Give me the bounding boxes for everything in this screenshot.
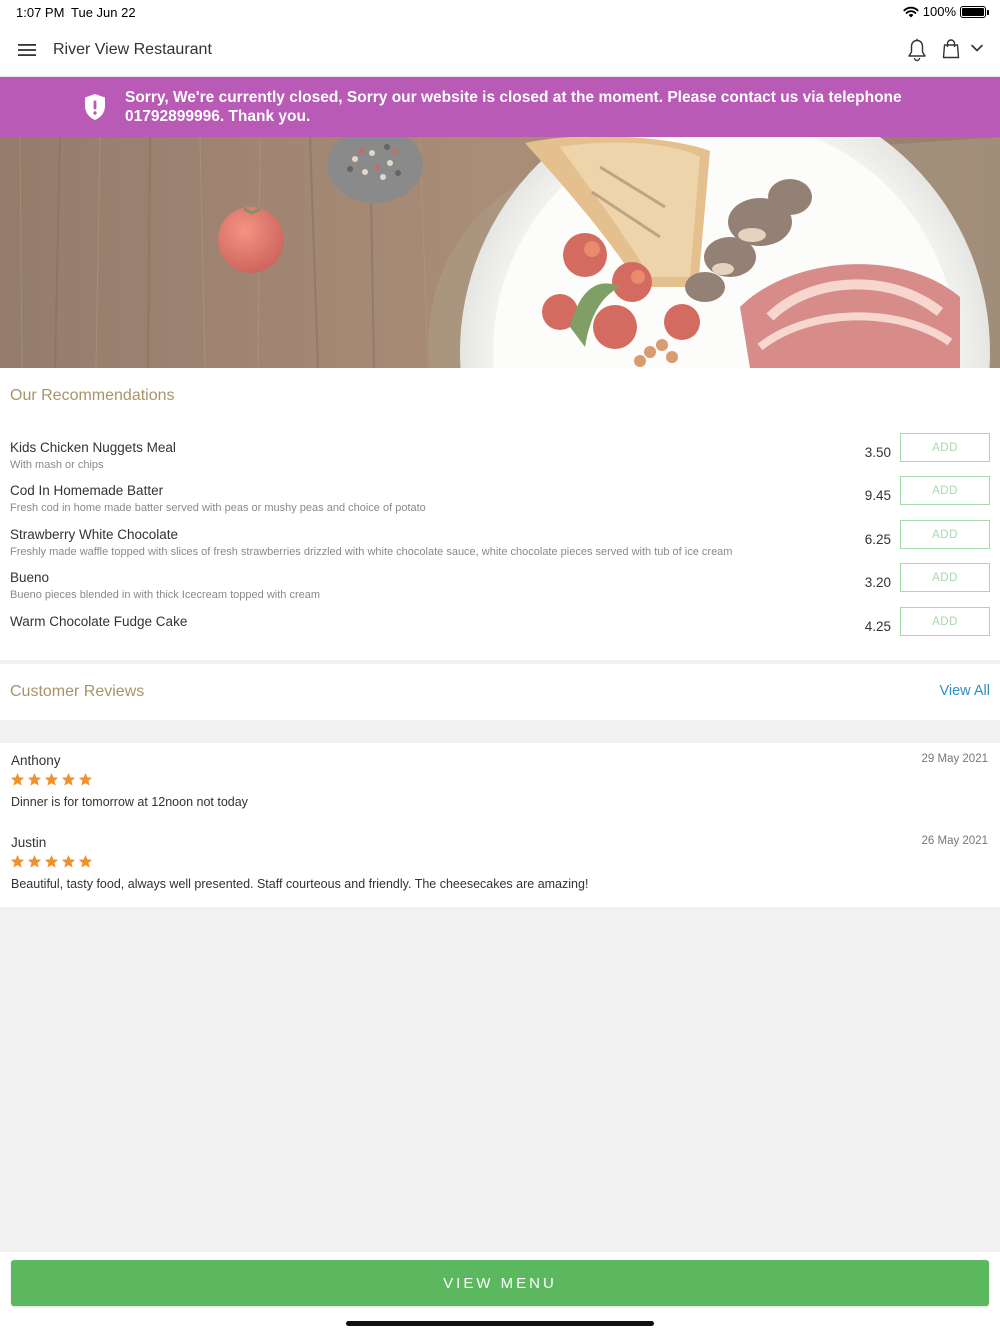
wifi-icon	[903, 6, 919, 17]
reviews-header: Customer Reviews View All	[0, 664, 1000, 720]
item-price: 9.45	[864, 488, 891, 503]
shopping-bag-icon[interactable]	[942, 39, 960, 59]
menu-item: Warm Chocolate Fudge Cake 4.25 ADD	[0, 607, 1000, 657]
menu-item: Cod In Homemade Batter Fresh cod in home…	[0, 476, 1000, 526]
item-description: With mash or chips	[10, 459, 104, 471]
battery-percent: 100%	[922, 4, 956, 19]
recommendations-title: Our Recommendations	[10, 387, 175, 404]
star-icon	[10, 854, 25, 868]
menu-item: Bueno Bueno pieces blended in with thick…	[0, 563, 1000, 613]
reviews-list: Anthony 29 May 2021 Dinner is for tomorr…	[0, 743, 1000, 907]
app-header: River View Restaurant	[0, 24, 1000, 77]
add-button[interactable]: ADD	[900, 476, 990, 505]
star-icon	[44, 854, 59, 868]
star-icon	[27, 854, 42, 868]
item-description: Freshly made waffle topped with slices o…	[10, 546, 733, 558]
closed-message: Sorry, We're currently closed, Sorry our…	[125, 89, 902, 125]
review-date: 29 May 2021	[921, 753, 989, 765]
hamburger-icon[interactable]	[18, 41, 36, 59]
closed-notice-banner: Sorry, We're currently closed, Sorry our…	[0, 77, 1000, 137]
chevron-down-icon[interactable]	[970, 43, 984, 53]
item-name: Strawberry White Chocolate	[10, 527, 179, 542]
bottom-bar: VIEW MENU	[0, 1252, 1000, 1334]
star-icon	[78, 772, 93, 786]
item-description: Fresh cod in home made batter served wit…	[10, 502, 426, 514]
review-author: Justin	[11, 835, 47, 850]
add-button[interactable]: ADD	[900, 563, 990, 592]
reviews-title: Customer Reviews	[10, 683, 145, 700]
hero-image	[0, 137, 1000, 368]
menu-item: Strawberry White Chocolate Freshly made …	[0, 520, 1000, 570]
status-time: 1:07 PM	[16, 5, 65, 20]
item-price: 3.20	[864, 575, 891, 590]
item-name: Kids Chicken Nuggets Meal	[10, 440, 176, 455]
review-text: Beautiful, tasty food, always well prese…	[11, 877, 589, 891]
bell-icon[interactable]	[906, 38, 928, 62]
star-rating	[10, 772, 93, 787]
page-title: River View Restaurant	[53, 41, 212, 58]
star-icon	[61, 772, 76, 786]
status-date: Tue Jun 22	[71, 5, 136, 20]
add-button[interactable]: ADD	[900, 607, 990, 636]
status-right: 100%	[903, 4, 989, 19]
item-name: Bueno	[10, 570, 50, 585]
star-icon	[61, 854, 76, 868]
battery-icon	[960, 5, 989, 18]
add-button[interactable]: ADD	[900, 433, 990, 462]
item-price: 6.25	[864, 532, 891, 547]
star-icon	[78, 854, 93, 868]
add-button[interactable]: ADD	[900, 520, 990, 549]
review-item: Justin 26 May 2021 Beautiful, tasty food…	[0, 825, 1000, 900]
item-name: Warm Chocolate Fudge Cake	[10, 614, 188, 629]
recommendations-section: Our Recommendations Kids Chicken Nuggets…	[0, 368, 1000, 660]
status-bar: 1:07 PM Tue Jun 22 100%	[0, 0, 1000, 24]
view-all-link[interactable]: View All	[939, 683, 990, 699]
item-price: 3.50	[864, 445, 891, 460]
menu-item: Kids Chicken Nuggets Meal With mash or c…	[0, 433, 1000, 483]
item-price: 4.25	[864, 619, 891, 634]
review-item: Anthony 29 May 2021 Dinner is for tomorr…	[0, 743, 1000, 818]
star-icon	[27, 772, 42, 786]
item-name: Cod In Homemade Batter	[10, 483, 164, 498]
home-indicator	[346, 1321, 654, 1326]
item-description: Bueno pieces blended in with thick Icecr…	[10, 589, 321, 601]
view-menu-button[interactable]: VIEW MENU	[11, 1260, 989, 1306]
review-text: Dinner is for tomorrow at 12noon not tod…	[11, 795, 248, 809]
star-rating	[10, 854, 93, 869]
review-author: Anthony	[11, 753, 61, 768]
star-icon	[10, 772, 25, 786]
review-date: 26 May 2021	[921, 835, 989, 847]
shield-alert-icon	[85, 94, 105, 120]
star-icon	[44, 772, 59, 786]
